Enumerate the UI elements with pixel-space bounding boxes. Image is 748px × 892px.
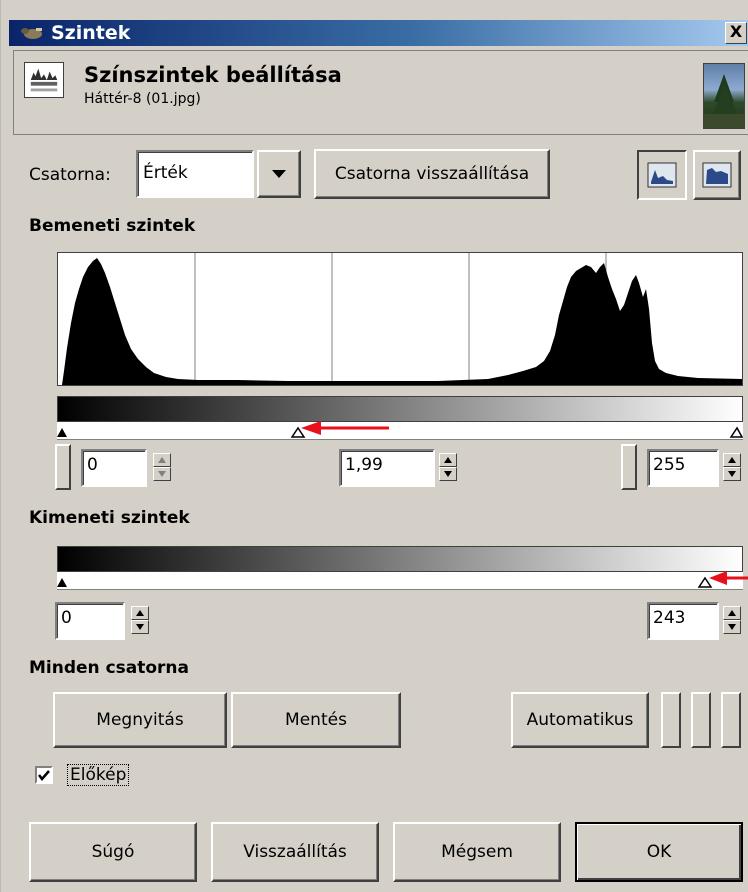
channel-value: Érték <box>143 163 188 183</box>
input-slider-handles <box>57 426 744 438</box>
annotation-arrow-icon <box>301 421 389 435</box>
input-low-value: 0 <box>87 455 98 475</box>
input-low-spinner[interactable] <box>153 453 171 483</box>
gamma-value: 1,99 <box>345 455 383 475</box>
close-icon: X <box>729 22 743 41</box>
dialog-header: Színszintek beállítása Háttér-8 (01.jpg) <box>13 50 748 135</box>
output-low-value: 0 <box>61 608 72 628</box>
white-point-picker[interactable] <box>721 692 741 748</box>
open-button[interactable]: Megnyitás <box>53 692 227 748</box>
output-low-handle <box>57 578 67 587</box>
channel-label: Csatorna: <box>29 165 111 185</box>
all-channels-heading: Minden csatorna <box>29 658 189 678</box>
dialog-title: Színszintek beállítása <box>84 63 342 87</box>
output-gradient-bar <box>57 546 743 572</box>
levels-icon <box>24 62 64 98</box>
input-slider-track[interactable] <box>57 422 744 440</box>
logarithmic-histogram-icon <box>702 162 732 188</box>
close-button[interactable]: X <box>725 22 747 44</box>
save-label: Mentés <box>285 710 347 730</box>
reset-button[interactable]: Visszaállítás <box>211 822 379 882</box>
histogram-shape <box>62 258 742 385</box>
input-high-picker[interactable] <box>621 444 637 490</box>
image-name: Háttér-8 (01.jpg) <box>84 91 201 107</box>
open-label: Megnyitás <box>96 710 184 730</box>
black-point-picker[interactable] <box>661 692 681 748</box>
input-high-spinner[interactable] <box>723 453 741 483</box>
input-low-handle <box>57 428 67 437</box>
ok-label: OK <box>646 842 672 862</box>
window-title: Szintek <box>51 22 131 44</box>
output-levels-heading: Kimeneti szintek <box>29 508 190 528</box>
help-label: Súgó <box>91 842 135 862</box>
tree-icon <box>704 74 744 128</box>
preview-checkbox[interactable] <box>35 766 53 784</box>
linear-histogram-button[interactable] <box>637 150 687 200</box>
output-high-spinner[interactable] <box>723 606 741 636</box>
channel-select[interactable]: Érték <box>136 150 254 198</box>
ok-button[interactable]: OK <box>575 822 743 882</box>
levels-dialog: Szintek X Színszintek beállítása Háttér-… <box>0 0 748 892</box>
preview-label[interactable]: Előkép <box>67 764 130 786</box>
auto-label: Automatikus <box>526 710 634 730</box>
check-icon <box>38 770 50 781</box>
output-slider-track[interactable] <box>57 572 743 590</box>
help-button[interactable]: Súgó <box>29 822 197 882</box>
gamma-spinner[interactable] <box>439 453 457 483</box>
output-high-field[interactable]: 243 <box>647 602 719 640</box>
save-button[interactable]: Mentés <box>231 692 401 748</box>
output-low-spinner[interactable] <box>131 606 149 636</box>
gray-point-picker[interactable] <box>691 692 711 748</box>
image-thumbnail <box>703 63 745 129</box>
reset-channel-button[interactable]: Csatorna visszaállítása <box>314 149 550 199</box>
input-low-field[interactable]: 0 <box>81 449 147 487</box>
channel-dropdown-button[interactable] <box>257 150 301 198</box>
output-low-field[interactable]: 0 <box>55 602 125 640</box>
input-high-field[interactable]: 255 <box>647 449 719 487</box>
input-levels-heading: Bemeneti szintek <box>29 216 196 236</box>
input-high-handle <box>729 426 744 438</box>
gimp-icon <box>21 28 42 39</box>
linear-histogram-icon <box>647 162 677 188</box>
auto-button[interactable]: Automatikus <box>511 692 649 748</box>
annotation-arrow-icon <box>709 571 748 585</box>
output-slider-handles <box>57 576 713 588</box>
cancel-button[interactable]: Mégsem <box>393 822 561 882</box>
histogram-graph <box>62 253 742 385</box>
title-bar[interactable]: Szintek X <box>9 20 748 46</box>
output-high-value: 243 <box>653 608 686 628</box>
reset-label: Visszaállítás <box>243 842 347 862</box>
log-histogram-button[interactable] <box>693 150 741 200</box>
histogram-view <box>57 252 743 386</box>
input-high-value: 255 <box>653 455 686 475</box>
input-gradient-bar <box>57 396 743 422</box>
reset-channel-label: Csatorna visszaállítása <box>334 164 530 184</box>
cancel-label: Mégsem <box>441 842 513 862</box>
input-low-picker[interactable] <box>55 444 71 490</box>
gamma-field[interactable]: 1,99 <box>339 449 435 487</box>
chevron-down-icon <box>272 170 286 178</box>
